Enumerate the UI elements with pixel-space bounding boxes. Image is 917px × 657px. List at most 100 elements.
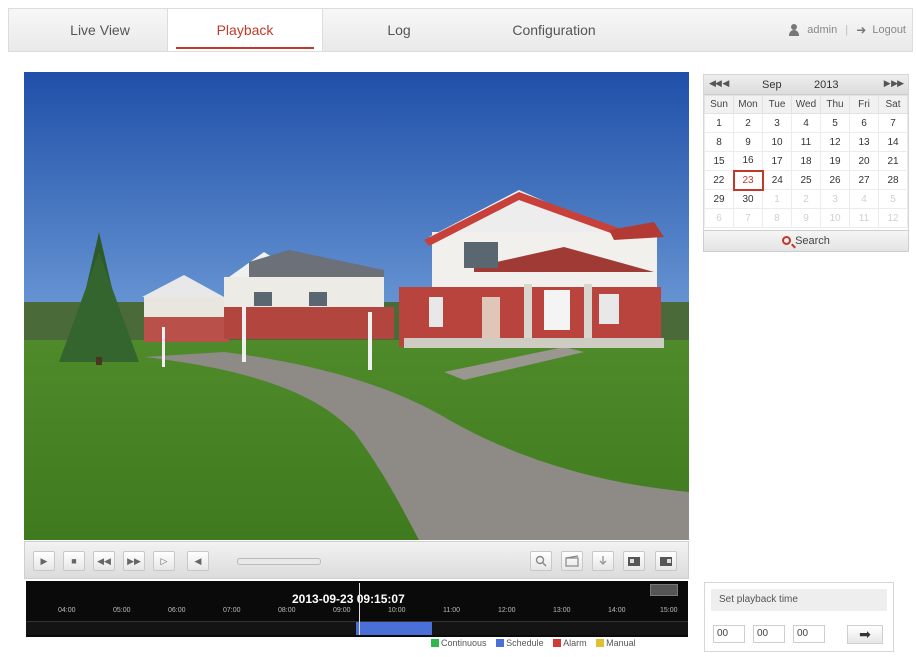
calendar-day[interactable]: 19	[820, 151, 850, 171]
tab-log[interactable]: Log	[349, 9, 449, 51]
stop-icon: ■	[71, 556, 77, 566]
timeline-current-time: 2013-09-23 09:15:07	[292, 592, 405, 606]
stop-button[interactable]: ■	[63, 551, 85, 571]
timeline-zoom-control[interactable]	[650, 584, 678, 596]
hour-input[interactable]: 00	[713, 625, 745, 643]
play-icon: ▶	[40, 556, 48, 566]
calendar: ◀◀ ◀ Sep 2013 ▶ ▶▶ Sun Mon Tue Wed Thu F…	[703, 74, 909, 252]
logout-link[interactable]: Logout	[872, 24, 906, 36]
calendar-day[interactable]: 22	[704, 170, 734, 190]
volume-button[interactable]: ◀	[187, 551, 209, 571]
calendar-day[interactable]: 5	[820, 113, 850, 133]
legend-label: Manual	[606, 638, 636, 648]
calendar-day[interactable]: 18	[791, 151, 821, 171]
download-button[interactable]	[592, 551, 614, 571]
calendar-day-other-month[interactable]: 7	[733, 208, 763, 228]
volume-slider[interactable]	[237, 558, 321, 565]
calendar-day-other-month[interactable]: 8	[762, 208, 792, 228]
calendar-day[interactable]: 17	[762, 151, 792, 171]
calendar-day[interactable]: 29	[704, 189, 734, 209]
calendar-year[interactable]: 2013	[814, 79, 838, 91]
frame-forward-button[interactable]: ▷	[153, 551, 175, 571]
timeline-tick: 13:00	[553, 607, 571, 614]
calendar-day[interactable]: 16	[733, 151, 763, 171]
timeline-tick: 07:00	[223, 607, 241, 614]
set-playback-time-panel: Set playback time 00 00 00 ➡	[704, 582, 894, 652]
legend-item: Continuous	[431, 638, 487, 648]
calendar-day[interactable]: 20	[849, 151, 879, 171]
calendar-day[interactable]: 4	[791, 113, 821, 133]
go-button[interactable]: ➡	[847, 625, 883, 644]
clip-button[interactable]	[561, 551, 583, 571]
calendar-day-other-month[interactable]: 1	[762, 189, 792, 209]
zoom-button[interactable]	[623, 551, 645, 571]
slow-forward-button[interactable]: ◀◀	[93, 551, 115, 571]
user-area: admin | ➜ Logout	[788, 9, 906, 51]
timeline-cursor[interactable]	[359, 583, 360, 635]
calendar-day[interactable]: 10	[762, 132, 792, 152]
legend-swatch	[553, 639, 562, 647]
legend-item: Alarm	[553, 638, 587, 648]
timeline-tick: 11:00	[443, 607, 460, 614]
nav-separator: |	[845, 24, 849, 37]
calendar-day[interactable]: 14	[878, 132, 908, 152]
calendar-day[interactable]: 11	[791, 132, 821, 152]
video-player[interactable]	[24, 72, 689, 540]
calendar-prev-icon[interactable]: ◀◀ ◀	[709, 78, 729, 89]
calendar-day[interactable]: 27	[849, 170, 879, 190]
calendar-day[interactable]: 8	[704, 132, 734, 152]
calendar-day[interactable]: 15	[704, 151, 734, 171]
calendar-next-icon[interactable]: ▶ ▶▶	[884, 78, 904, 89]
record-button[interactable]	[655, 551, 677, 571]
volume-icon: ◀	[194, 556, 202, 566]
calendar-day[interactable]: 2	[733, 113, 763, 133]
timeline-recording-segment[interactable]	[356, 622, 432, 635]
calendar-day[interactable]: 9	[733, 132, 763, 152]
calendar-day-other-month[interactable]: 11	[849, 208, 879, 228]
calendar-day-selected[interactable]: 23	[732, 169, 764, 191]
calendar-day-other-month[interactable]: 3	[820, 189, 850, 209]
calendar-day[interactable]: 28	[878, 170, 908, 190]
fast-forward-button[interactable]: ▶▶	[123, 551, 145, 571]
arrow-right-icon: ➡	[859, 626, 871, 642]
capture-icon	[535, 555, 547, 567]
calendar-day[interactable]: 13	[849, 132, 879, 152]
calendar-day-other-month[interactable]: 4	[849, 189, 879, 209]
record-icon	[660, 557, 672, 566]
calendar-day[interactable]: 26	[820, 170, 850, 190]
calendar-day-other-month[interactable]: 5	[878, 189, 908, 209]
calendar-day-other-month[interactable]: 6	[704, 208, 734, 228]
minute-input[interactable]: 00	[753, 625, 785, 643]
tab-live-view[interactable]: Live View	[45, 9, 155, 51]
second-input[interactable]: 00	[793, 625, 825, 643]
tab-configuration[interactable]: Configuration	[479, 9, 629, 51]
calendar-day-other-month[interactable]: 9	[791, 208, 821, 228]
calendar-grid: Sun Mon Tue Wed Thu Fri Sat 1 2 3 4 5 6 …	[704, 95, 908, 228]
calendar-day-other-month[interactable]: 12	[878, 208, 908, 228]
calendar-day[interactable]: 12	[820, 132, 850, 152]
calendar-month[interactable]: Sep	[762, 79, 782, 91]
logout-icon[interactable]: ➜	[856, 9, 866, 51]
weekday-header: Wed	[791, 95, 821, 114]
legend-label: Continuous	[441, 638, 487, 648]
calendar-day[interactable]: 30	[733, 189, 763, 209]
capture-button[interactable]	[530, 551, 552, 571]
calendar-day[interactable]: 7	[878, 113, 908, 133]
calendar-day[interactable]: 25	[791, 170, 821, 190]
weekday-header: Tue	[762, 95, 792, 114]
calendar-day-other-month[interactable]: 2	[791, 189, 821, 209]
tab-playback[interactable]: Playback	[167, 9, 323, 51]
username: admin	[807, 24, 838, 37]
calendar-day[interactable]: 3	[762, 113, 792, 133]
calendar-day[interactable]: 6	[849, 113, 879, 133]
calendar-day[interactable]: 21	[878, 151, 908, 171]
playback-toolbar: ▶ ■ ◀◀ ▶▶ ▷ ◀	[24, 541, 689, 579]
play-button[interactable]: ▶	[33, 551, 55, 571]
download-icon	[599, 556, 607, 565]
calendar-day[interactable]: 1	[704, 113, 734, 133]
calendar-day[interactable]: 24	[762, 170, 792, 190]
legend-swatch	[496, 639, 505, 647]
search-button[interactable]: Search	[703, 230, 909, 252]
timeline[interactable]: 2013-09-23 09:15:07 04:00 05:00 06:00 07…	[26, 581, 688, 637]
calendar-day-other-month[interactable]: 10	[820, 208, 850, 228]
